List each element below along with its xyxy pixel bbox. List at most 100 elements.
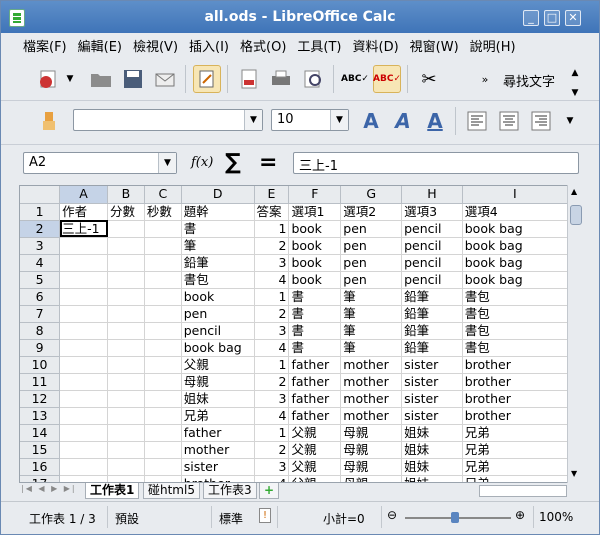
cell-i5[interactable]: book bag xyxy=(462,271,568,289)
row-header[interactable]: 14 xyxy=(20,424,61,442)
cell-a15[interactable] xyxy=(59,441,109,459)
formula-input[interactable]: 三上-1 xyxy=(293,152,579,174)
cell-a1[interactable]: 作者 xyxy=(59,203,109,221)
cell-b1[interactable]: 分數 xyxy=(107,203,145,221)
cell-g14[interactable]: 母親 xyxy=(340,424,403,442)
cut-icon[interactable]: ✂ xyxy=(415,65,443,93)
cell-e16[interactable]: 3 xyxy=(254,458,290,476)
cell-b4[interactable] xyxy=(107,254,145,272)
cell-h11[interactable]: sister xyxy=(401,373,463,391)
cell-f8[interactable]: 書 xyxy=(288,322,342,340)
cell-f11[interactable]: father xyxy=(288,373,342,391)
maximize-button[interactable]: □ xyxy=(544,10,560,26)
column-header-d[interactable]: D xyxy=(181,186,255,204)
print-icon[interactable] xyxy=(267,65,295,93)
cell-d17[interactable]: brother xyxy=(181,475,255,482)
menu-help[interactable]: 說明(H) xyxy=(470,36,516,55)
cell-c1[interactable]: 秒數 xyxy=(144,203,182,221)
cell-i15[interactable]: 兄弟 xyxy=(462,441,568,459)
cell-d15[interactable]: mother xyxy=(181,441,255,459)
column-header-f[interactable]: F xyxy=(288,186,342,204)
cell-a9[interactable] xyxy=(59,339,109,357)
column-header-b[interactable]: B xyxy=(107,186,145,204)
menu-view[interactable]: 檢視(V) xyxy=(133,36,178,55)
cell-g6[interactable]: 筆 xyxy=(340,288,403,306)
cell-d1[interactable]: 題幹 xyxy=(181,203,255,221)
cell-h2[interactable]: pencil xyxy=(401,220,463,238)
cell-c6[interactable] xyxy=(144,288,182,306)
cell-c10[interactable] xyxy=(144,356,182,374)
cell-i10[interactable]: brother xyxy=(462,356,568,374)
cell-c16[interactable] xyxy=(144,458,182,476)
cell-b15[interactable] xyxy=(107,441,145,459)
cell-g1[interactable]: 選項2 xyxy=(340,203,403,221)
row-header[interactable]: 10 xyxy=(20,356,61,374)
cell-b11[interactable] xyxy=(107,373,145,391)
tab-sheet3[interactable]: 工作表3 xyxy=(203,483,257,499)
cell-a10[interactable] xyxy=(59,356,109,374)
cell-f10[interactable]: father xyxy=(288,356,342,374)
menu-format[interactable]: 格式(O) xyxy=(240,36,286,55)
new-dropdown-icon[interactable]: ▼ xyxy=(63,65,77,93)
cell-a5[interactable] xyxy=(59,271,109,289)
cell-h7[interactable]: 鉛筆 xyxy=(401,305,463,323)
cell-b17[interactable] xyxy=(107,475,145,482)
cell-i8[interactable]: 書包 xyxy=(462,322,568,340)
cell-h10[interactable]: sister xyxy=(401,356,463,374)
row-header[interactable]: 2 xyxy=(20,220,61,238)
cell-e15[interactable]: 2 xyxy=(254,441,290,459)
cell-d10[interactable]: 父親 xyxy=(181,356,255,374)
cell-g10[interactable]: mother xyxy=(340,356,403,374)
cell-h5[interactable]: pencil xyxy=(401,271,463,289)
cell-e9[interactable]: 4 xyxy=(254,339,290,357)
sum-icon[interactable]: ∑ xyxy=(225,150,241,175)
cell-e7[interactable]: 2 xyxy=(254,305,290,323)
cell-c17[interactable] xyxy=(144,475,182,482)
cell-c14[interactable] xyxy=(144,424,182,442)
minimize-button[interactable]: _ xyxy=(523,10,539,26)
equals-icon[interactable]: = xyxy=(259,150,277,175)
cell-f9[interactable]: 書 xyxy=(288,339,342,357)
cell-f12[interactable]: father xyxy=(288,390,342,408)
cell-f14[interactable]: 父親 xyxy=(288,424,342,442)
cell-e3[interactable]: 2 xyxy=(254,237,290,255)
underline-icon[interactable]: A xyxy=(421,107,449,135)
cell-a12[interactable] xyxy=(59,390,109,408)
spellcheck-icon[interactable]: ABC✓ xyxy=(341,65,369,93)
cell-h15[interactable]: 姐妹 xyxy=(401,441,463,459)
menu-window[interactable]: 視窗(W) xyxy=(410,36,459,55)
cell-g9[interactable]: 筆 xyxy=(340,339,403,357)
menu-tools[interactable]: 工具(T) xyxy=(297,36,341,55)
cell-a13[interactable] xyxy=(59,407,109,425)
cell-b3[interactable] xyxy=(107,237,145,255)
cell-d3[interactable]: 筆 xyxy=(181,237,255,255)
cell-f6[interactable]: 書 xyxy=(288,288,342,306)
add-sheet-icon[interactable]: + xyxy=(259,483,280,499)
row-header[interactable]: 12 xyxy=(20,390,61,408)
cell-f15[interactable]: 父親 xyxy=(288,441,342,459)
row-header[interactable]: 6 xyxy=(20,288,61,306)
cell-i7[interactable]: 書包 xyxy=(462,305,568,323)
page-style[interactable]: 預設 xyxy=(115,510,139,527)
cell-e13[interactable]: 4 xyxy=(254,407,290,425)
cell-c11[interactable] xyxy=(144,373,182,391)
cell-a4[interactable] xyxy=(59,254,109,272)
cell-c15[interactable] xyxy=(144,441,182,459)
cell-c3[interactable] xyxy=(144,237,182,255)
cell-b9[interactable] xyxy=(107,339,145,357)
menu-data[interactable]: 資料(D) xyxy=(353,36,399,55)
menu-insert[interactable]: 插入(I) xyxy=(189,36,229,55)
bold-icon[interactable]: A xyxy=(357,107,385,135)
cell-h9[interactable]: 鉛筆 xyxy=(401,339,463,357)
column-header-g[interactable]: G xyxy=(340,186,403,204)
cell-a3[interactable] xyxy=(59,237,109,255)
cell-h3[interactable]: pencil xyxy=(401,237,463,255)
chevron-down-icon[interactable]: ▼ xyxy=(330,110,348,130)
font-size-combo[interactable]: 10 ▼ xyxy=(271,109,349,131)
cell-b13[interactable] xyxy=(107,407,145,425)
font-name-combo[interactable]: ▼ xyxy=(73,109,263,131)
cell-a11[interactable] xyxy=(59,373,109,391)
cell-b10[interactable] xyxy=(107,356,145,374)
cell-f3[interactable]: book xyxy=(288,237,342,255)
row-header[interactable]: 5 xyxy=(20,271,61,289)
